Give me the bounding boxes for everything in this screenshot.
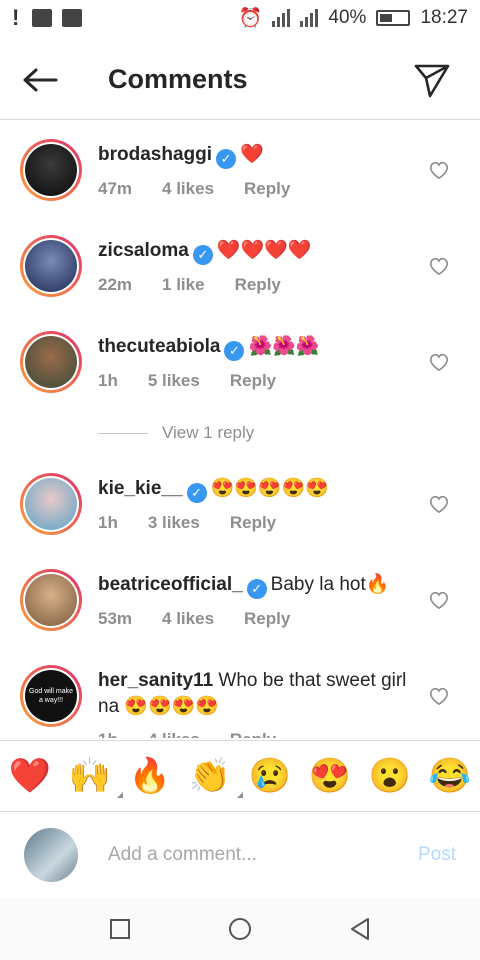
- comment-list[interactable]: brodashaggi ✓ ❤️ 47m 4 likes Reply zicsaloma…: [0, 122, 480, 738]
- heart-icon[interactable]: [428, 590, 450, 610]
- system-nav-bar: [0, 898, 480, 960]
- likes-count[interactable]: 5 likes: [148, 371, 200, 391]
- verified-badge-icon: ✓: [216, 149, 237, 169]
- emoji-heart[interactable]: ❤️: [9, 756, 51, 796]
- heart-icon[interactable]: [428, 160, 450, 180]
- likes-count[interactable]: 4 likes: [162, 179, 214, 199]
- comment-time: 1h: [98, 513, 118, 532]
- username[interactable]: kie_kie__: [98, 478, 183, 499]
- back-button[interactable]: [22, 60, 74, 100]
- avatar[interactable]: [20, 569, 82, 631]
- username[interactable]: zicsaloma: [98, 240, 189, 261]
- alert-icon: !: [12, 5, 20, 30]
- back-nav-icon[interactable]: [349, 917, 371, 941]
- comment-time: 1h: [98, 371, 118, 390]
- reply-button[interactable]: Reply: [230, 513, 276, 533]
- emoji-quick-bar: ❤️ 🙌 🔥 👏 😢 😍 😮 😂: [0, 740, 480, 812]
- avatar-caption: God will make a way!!!: [25, 670, 77, 722]
- likes-count[interactable]: 1 like: [162, 275, 205, 295]
- username[interactable]: her_sanity11: [98, 670, 213, 691]
- heart-icon[interactable]: [428, 256, 450, 276]
- comment-text: 😍😍😍😍😍: [210, 478, 329, 499]
- my-avatar: [24, 828, 78, 882]
- comment-time: 47m: [98, 179, 133, 198]
- clock: 18:27: [420, 7, 468, 28]
- recents-icon[interactable]: [109, 918, 131, 940]
- emoji-crying[interactable]: 😢: [249, 756, 291, 796]
- avatar[interactable]: [20, 139, 82, 201]
- signal-icon: [272, 9, 291, 27]
- comments-header: Comments: [0, 40, 480, 120]
- send-icon[interactable]: [412, 60, 452, 100]
- username[interactable]: thecuteabiola: [98, 336, 220, 357]
- reply-button[interactable]: Reply: [244, 179, 290, 199]
- username[interactable]: beatriceofficial_: [98, 574, 243, 595]
- comment-item: beatriceofficial_ ✓ Baby la hot🔥 53m 4 like…: [0, 552, 480, 648]
- comment-item: kie_kie__ ✓ 😍😍😍😍😍 1h 3 likes Reply: [0, 456, 480, 552]
- avatar[interactable]: God will make a way!!!: [20, 665, 82, 727]
- emoji-clap[interactable]: 👏: [189, 756, 244, 798]
- emoji-heart-eyes[interactable]: 😍: [309, 756, 351, 796]
- verified-badge-icon: ✓: [186, 483, 207, 503]
- comment-time: 53m: [98, 609, 133, 628]
- post-button[interactable]: Post: [418, 844, 456, 866]
- verified-badge-icon: ✓: [246, 579, 267, 599]
- battery-icon: [376, 10, 411, 26]
- gallery-icon: [32, 9, 52, 27]
- page-title: Comments: [108, 64, 248, 94]
- comment-time: 22m: [98, 275, 133, 294]
- signal-icon-2: [300, 9, 319, 27]
- arrow-left-icon: [23, 68, 58, 91]
- reply-button[interactable]: Reply: [244, 609, 290, 629]
- avatar[interactable]: [20, 331, 82, 393]
- home-icon[interactable]: [228, 917, 252, 941]
- comment-item: thecuteabiola ✓ 🌺🌺🌺 1h 5 likes Reply: [0, 314, 480, 410]
- heart-icon[interactable]: [428, 686, 450, 706]
- verified-badge-icon: ✓: [224, 341, 245, 361]
- likes-count[interactable]: 4 likes: [162, 609, 214, 629]
- comment-item: brodashaggi ✓ ❤️ 47m 4 likes Reply: [0, 122, 480, 218]
- comment-input[interactable]: Add a comment...: [108, 844, 418, 866]
- reply-button[interactable]: Reply: [235, 275, 281, 295]
- view-replies-button[interactable]: View 1 reply: [0, 410, 480, 456]
- comment-time: 1h: [98, 730, 118, 738]
- reply-button[interactable]: Reply: [230, 730, 276, 738]
- status-bar: ! ⏰ 40% 18:27: [0, 0, 480, 36]
- emoji-raised-hands[interactable]: 🙌: [69, 756, 124, 798]
- comment-text: ❤️: [240, 144, 264, 165]
- add-comment-bar: Add a comment... Post: [0, 812, 480, 898]
- battery-percent: 40%: [328, 7, 367, 28]
- verified-badge-icon: ✓: [192, 245, 213, 265]
- alarm-icon: ⏰: [238, 8, 263, 29]
- comment-text: Baby la hot🔥: [270, 574, 390, 595]
- likes-count[interactable]: 4 likes: [148, 730, 200, 738]
- avatar[interactable]: [20, 235, 82, 297]
- username[interactable]: brodashaggi: [98, 144, 212, 165]
- divider: [98, 432, 148, 434]
- comment-text: ❤️❤️❤️❤️: [216, 240, 312, 261]
- comment-item: zicsaloma ✓ ❤️❤️❤️❤️ 22m 1 like Reply: [0, 218, 480, 314]
- emoji-fire[interactable]: 🔥: [129, 756, 171, 796]
- likes-count[interactable]: 3 likes: [148, 513, 200, 533]
- comment-item: God will make a way!!! her_sanity11 Who …: [0, 648, 480, 738]
- heart-icon[interactable]: [428, 352, 450, 372]
- avatar[interactable]: [20, 473, 82, 535]
- view-replies-label: View 1 reply: [162, 423, 255, 442]
- comment-text: 🌺🌺🌺: [248, 336, 320, 357]
- emoji-surprised[interactable]: 😮: [369, 756, 411, 796]
- activity-icon: [62, 9, 82, 27]
- reply-button[interactable]: Reply: [230, 371, 276, 391]
- heart-icon[interactable]: [428, 494, 450, 514]
- emoji-laughing[interactable]: 😂: [429, 756, 471, 796]
